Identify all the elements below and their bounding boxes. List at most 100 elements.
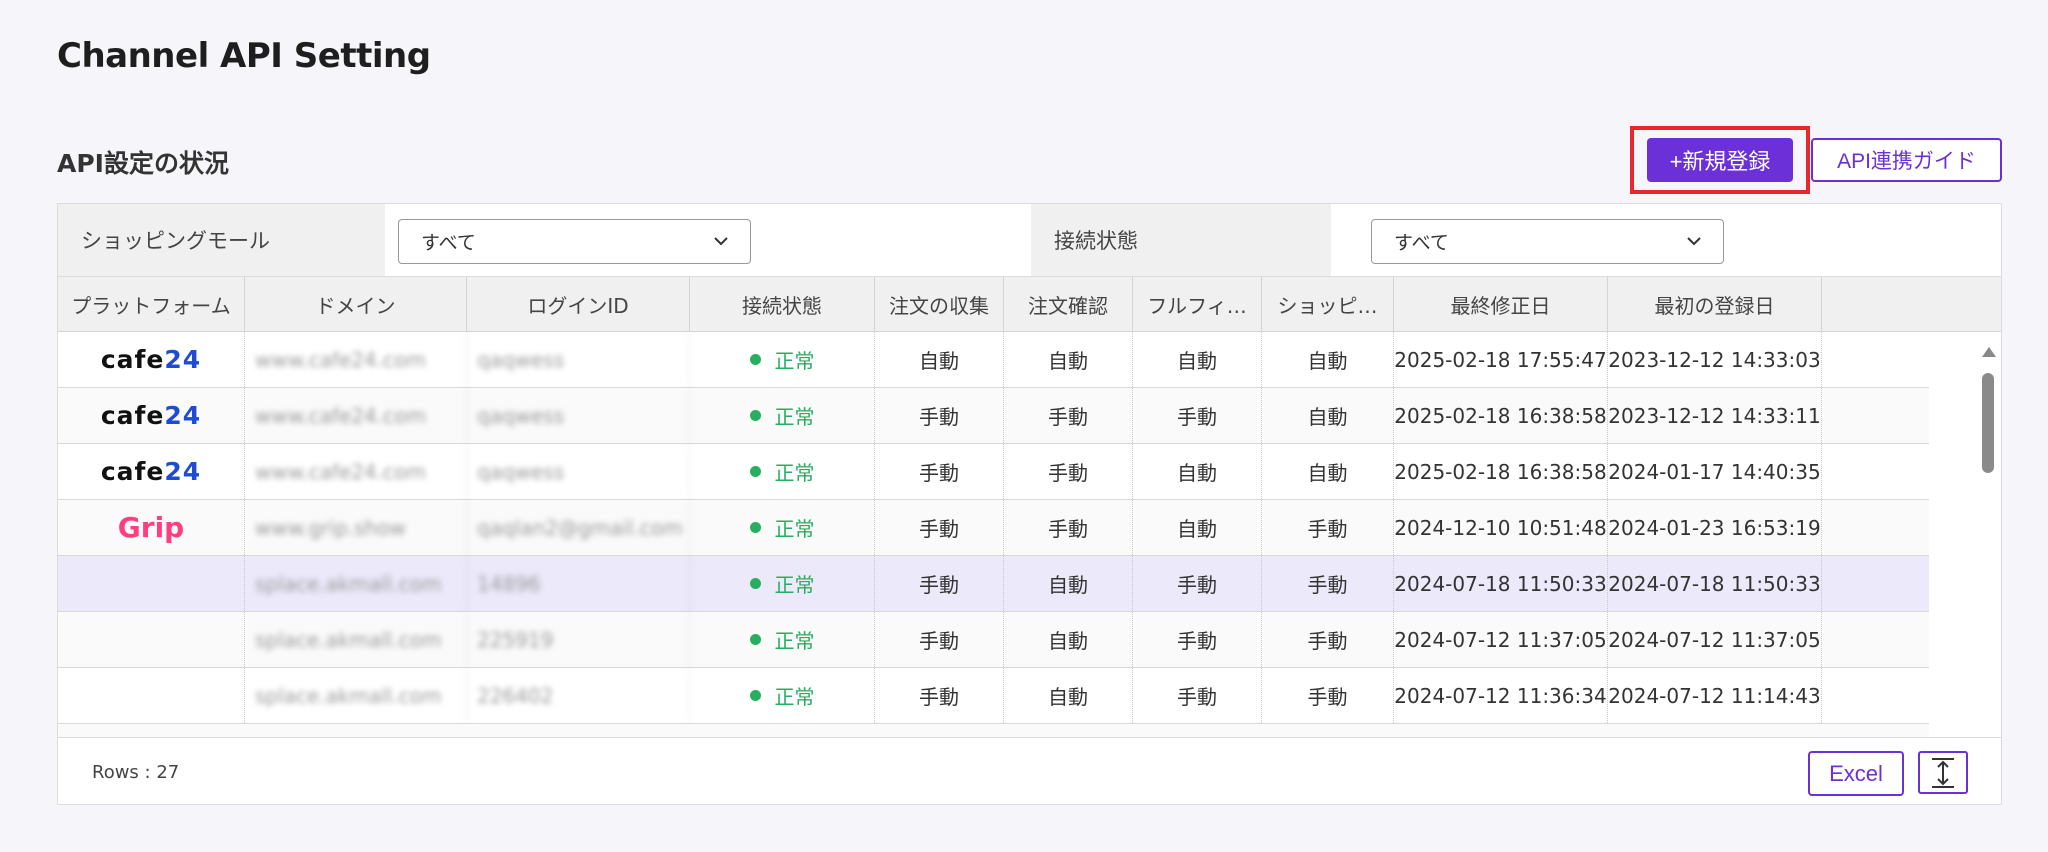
table-row[interactable]: Grip www.grip.show qaqlan2@gmail.com 正常 … xyxy=(58,500,1929,556)
new-registration-button[interactable]: +新規登録 xyxy=(1647,138,1793,182)
status-dot-icon xyxy=(749,690,761,701)
vertical-resize-icon xyxy=(1932,757,1954,788)
column-header-last-modified[interactable]: 最終修正日 xyxy=(1394,277,1608,332)
table-row[interactable]: splace.akmall.com 14896 正常 手動 自動 手動 手動 2… xyxy=(58,556,1929,612)
resize-grid-button[interactable] xyxy=(1918,751,1968,794)
status-dot-icon xyxy=(749,466,761,477)
grid-footer: Rows : 27 Excel xyxy=(58,737,2001,804)
status-text: 正常 xyxy=(774,517,815,541)
first-registered-cell: 2024-01-17 14:40:35 xyxy=(1608,444,1822,499)
fulfillment-cell: 自動 xyxy=(1133,444,1262,499)
order-collect-cell: 手動 xyxy=(875,612,1004,667)
mall-filter-label: ショッピングモール xyxy=(58,204,385,276)
shopping-cell: 手動 xyxy=(1262,556,1394,611)
status-cell: 正常 xyxy=(690,388,875,443)
last-modified-cell: 2024-07-18 11:50:33 xyxy=(1394,556,1608,611)
shopping-cell: 手動 xyxy=(1262,500,1394,555)
last-modified-cell: 2025-02-18 16:38:58 xyxy=(1394,388,1608,443)
status-cell: 正常 xyxy=(690,612,875,667)
status-filter-value: すべて xyxy=(1394,232,1449,254)
platform-cell xyxy=(58,612,245,667)
order-confirm-cell: 自動 xyxy=(1004,668,1133,723)
login-id-cell: qaqlan2@gmail.com xyxy=(467,500,690,555)
status-cell: 正常 xyxy=(690,556,875,611)
first-registered-cell: 2023-12-12 14:33:11 xyxy=(1608,388,1822,443)
order-collect-cell: 手動 xyxy=(875,500,1004,555)
status-text: 正常 xyxy=(774,349,815,373)
column-header-shopping[interactable]: ショッピ… xyxy=(1262,277,1394,332)
shopping-cell: 自動 xyxy=(1262,388,1394,443)
fulfillment-cell: 自動 xyxy=(1133,332,1262,387)
column-header-platform[interactable]: プラットフォーム xyxy=(58,277,245,332)
column-header-order-collect[interactable]: 注文の収集 xyxy=(875,277,1004,332)
column-header-fulfillment[interactable]: フルフィ… xyxy=(1133,277,1262,332)
table-row[interactable]: splace.akmall.com 226402 正常 手動 自動 手動 手動 … xyxy=(58,668,1929,724)
column-header-first-registered[interactable]: 最初の登録日 xyxy=(1608,277,1822,332)
domain-cell: splace.akmall.com xyxy=(245,612,467,667)
table-row[interactable]: cafe24 www.cafe24.com qaqwess 正常 自動 自動 自… xyxy=(58,332,1929,388)
table-row[interactable]: cafe24 www.cafe24.com qaqwess 正常 手動 手動 自… xyxy=(58,444,1929,500)
platform-cell: cafe24 xyxy=(58,388,245,443)
order-collect-cell: 自動 xyxy=(875,332,1004,387)
status-text: 正常 xyxy=(774,573,815,597)
scroll-up-arrow-icon[interactable] xyxy=(1982,347,1996,357)
order-confirm-cell: 手動 xyxy=(1004,388,1133,443)
column-header-status[interactable]: 接続状態 xyxy=(690,277,875,332)
data-grid: プラットフォーム ドメイン ログインID 接続状態 注文の収集 注文確認 フルフ… xyxy=(58,277,2001,737)
status-cell: 正常 xyxy=(690,444,875,499)
domain-cell: www.cafe24.com xyxy=(245,444,467,499)
domain-cell: www.grip.show xyxy=(245,500,467,555)
page-title: Channel API Setting xyxy=(57,36,431,76)
table-row[interactable] xyxy=(58,724,1929,737)
filter-row: ショッピングモール すべて 接続状態 すべて xyxy=(58,204,2001,277)
order-collect-cell: 手動 xyxy=(875,444,1004,499)
rows-count: Rows : 27 xyxy=(92,762,180,783)
status-filter-select[interactable]: すべて xyxy=(1371,219,1724,264)
table-row[interactable]: splace.akmall.com 225919 正常 手動 自動 手動 手動 … xyxy=(58,612,1929,668)
mall-filter-select[interactable]: すべて xyxy=(398,219,751,264)
cafe24-logo: cafe24 xyxy=(100,345,202,374)
table-row[interactable]: cafe24 www.cafe24.com qaqwess 正常 手動 手動 手… xyxy=(58,388,1929,444)
last-modified-cell: 2024-07-12 11:36:34 xyxy=(1394,668,1608,723)
cafe24-logo: cafe24 xyxy=(100,457,202,486)
api-guide-button[interactable]: API連携ガイド xyxy=(1811,138,2002,182)
column-header-domain[interactable]: ドメイン xyxy=(245,277,467,332)
domain-cell: www.cafe24.com xyxy=(245,332,467,387)
order-confirm-cell: 自動 xyxy=(1004,556,1133,611)
status-filter-label: 接続状態 xyxy=(1031,204,1331,276)
status-text: 正常 xyxy=(774,405,815,429)
section-title: API設定の状況 xyxy=(57,149,229,178)
shopping-cell: 自動 xyxy=(1262,444,1394,499)
scrollbar-thumb[interactable] xyxy=(1982,373,1994,473)
excel-export-button[interactable]: Excel xyxy=(1808,751,1904,796)
last-modified-cell: 2024-12-10 10:51:48 xyxy=(1394,500,1608,555)
platform-cell: cafe24 xyxy=(58,332,245,387)
platform-cell xyxy=(58,556,245,611)
status-cell: 正常 xyxy=(690,500,875,555)
first-registered-cell: 2024-07-18 11:50:33 xyxy=(1608,556,1822,611)
shopping-cell: 手動 xyxy=(1262,612,1394,667)
platform-cell: Grip xyxy=(58,500,245,555)
shopping-cell: 自動 xyxy=(1262,332,1394,387)
last-modified-cell: 2025-02-18 16:38:58 xyxy=(1394,444,1608,499)
status-dot-icon xyxy=(749,522,761,533)
chevron-down-icon xyxy=(1687,237,1701,246)
table-header: プラットフォーム ドメイン ログインID 接続状態 注文の収集 注文確認 フルフ… xyxy=(58,277,2001,332)
platform-cell: cafe24 xyxy=(58,444,245,499)
status-cell: 正常 xyxy=(690,668,875,723)
last-modified-cell: 2025-02-18 17:55:47 xyxy=(1394,332,1608,387)
order-confirm-cell: 自動 xyxy=(1004,332,1133,387)
fulfillment-cell: 手動 xyxy=(1133,388,1262,443)
shopping-cell: 手動 xyxy=(1262,668,1394,723)
order-collect-cell: 手動 xyxy=(875,388,1004,443)
column-header-order-confirm[interactable]: 注文確認 xyxy=(1004,277,1133,332)
status-dot-icon xyxy=(749,634,761,645)
login-id-cell: 225919 xyxy=(467,612,690,667)
fulfillment-cell: 自動 xyxy=(1133,500,1262,555)
login-id-cell: 226402 xyxy=(467,668,690,723)
column-header-login-id[interactable]: ログインID xyxy=(467,277,690,332)
first-registered-cell: 2024-01-23 16:53:19 xyxy=(1608,500,1822,555)
login-id-cell: qaqwess xyxy=(467,388,690,443)
login-id-cell: 14896 xyxy=(467,556,690,611)
order-collect-cell: 手動 xyxy=(875,556,1004,611)
